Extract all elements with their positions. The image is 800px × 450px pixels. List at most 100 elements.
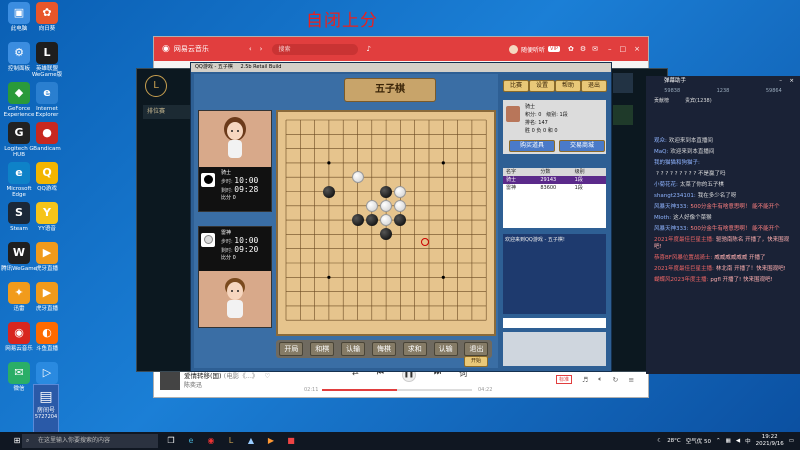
- artist-name[interactable]: 陈奕迅: [184, 380, 202, 389]
- stream-title: 自闭上分: [306, 11, 378, 31]
- mic-icon[interactable]: ♪: [366, 45, 370, 53]
- list-col-header[interactable]: 名字: [503, 168, 537, 176]
- chat-user[interactable]: 我的猫猫和狗猫子:: [654, 160, 700, 166]
- gomoku-titlebar[interactable]: QQ游戏 - 五子棋 2.5b Retail Build: [191, 63, 611, 72]
- top-button-3[interactable]: 退出: [581, 80, 607, 92]
- gomoku-board[interactable]: [276, 110, 496, 336]
- loop-icon[interactable]: ↻: [613, 376, 619, 384]
- desktop-icon-r-8[interactable]: ◐ 斗鱼直播: [28, 322, 66, 352]
- mail-icon[interactable]: ✉: [592, 45, 598, 53]
- action-button-2[interactable]: 认输: [341, 342, 366, 356]
- action-button-6[interactable]: 退出: [464, 342, 489, 356]
- tray-up-icon[interactable]: ⌃: [716, 438, 721, 444]
- music-titlebar[interactable]: ◉ 网易云音乐 ‹ › 搜索 ♪ 随便听听 VIP ✿ ⚙ ✉ – □ ×: [154, 37, 648, 61]
- album-cover[interactable]: [160, 370, 180, 390]
- mid-button-1[interactable]: 交易商城: [559, 140, 605, 152]
- netease-taskbar-icon[interactable]: ◉: [204, 434, 218, 448]
- settings-icon[interactable]: ⚙: [580, 45, 586, 53]
- chat-options[interactable]: [503, 332, 606, 366]
- volume-icon[interactable]: 🔈︎: [598, 375, 602, 384]
- network-icon[interactable]: ▦: [726, 438, 731, 444]
- cursor-marker-icon: [421, 238, 429, 246]
- quality-badge[interactable]: 标准: [556, 375, 573, 384]
- table-row[interactable]: 骑士 29143 1段: [503, 176, 606, 184]
- desktop-icon-r-2[interactable]: e Internet Explorer: [28, 82, 66, 118]
- app-icon: ◆: [8, 82, 30, 104]
- chat-user[interactable]: 2021年度最佳巨星主播:: [654, 266, 714, 272]
- stream-taskbar-icon[interactable]: ▶: [264, 434, 278, 448]
- desktop-icon-r-3[interactable]: ● Bandicam: [28, 122, 66, 152]
- list-col-header[interactable]: 分数: [537, 168, 571, 176]
- minimize-icon[interactable]: –: [608, 45, 612, 53]
- list-col-header[interactable]: 级别: [572, 168, 606, 176]
- total-time-1: 09:28: [234, 185, 259, 194]
- avatar[interactable]: [509, 44, 519, 54]
- playlist-icon[interactable]: ≡: [628, 376, 634, 384]
- volume-tray-icon[interactable]: ◀︎: [736, 438, 740, 444]
- chat-tab-0[interactable]: 贡献榜: [654, 96, 669, 106]
- start-small-button[interactable]: 开始: [464, 356, 488, 367]
- top-button-1[interactable]: 设置: [529, 80, 555, 92]
- ime-indicator[interactable]: 中: [745, 437, 751, 445]
- action-button-1[interactable]: 和棋: [310, 342, 335, 356]
- temperature[interactable]: 28°C: [667, 438, 681, 444]
- chat-user[interactable]: MaQ:: [654, 149, 668, 155]
- action-button-4[interactable]: 求和: [402, 342, 427, 356]
- chat-user[interactable]: 小菊花花:: [654, 182, 678, 188]
- desktop-icon-r-6[interactable]: ▶ 虎牙直播: [28, 242, 66, 272]
- chat-user[interactable]: shangt234101:: [654, 193, 696, 199]
- like-icon[interactable]: ♡: [264, 372, 270, 380]
- air-quality[interactable]: 空气优 50: [686, 437, 711, 445]
- close-icon[interactable]: ×: [634, 45, 640, 53]
- chat-user[interactable]: 观众:: [654, 138, 667, 144]
- lol-taskbar-icon[interactable]: L: [224, 434, 238, 448]
- music-search-input[interactable]: 搜索: [272, 43, 359, 55]
- effects-icon[interactable]: ♬: [582, 376, 588, 384]
- action-button-3[interactable]: 悔棋: [371, 342, 396, 356]
- action-button-0[interactable]: 开局: [279, 342, 304, 356]
- desktop-icon-r-4[interactable]: Q QQ游戏: [28, 162, 66, 192]
- desktop-icon-r-1[interactable]: L 英雄联盟WeGame版: [28, 42, 66, 78]
- lol-side-icon-1[interactable]: [613, 73, 633, 93]
- table-row[interactable]: 雷神 83600 1段: [503, 184, 606, 192]
- lol-menu-item[interactable]: 排位赛: [143, 105, 193, 119]
- desktop-icon-r-0[interactable]: ✿ 向日葵: [28, 2, 66, 32]
- skin-icon[interactable]: ✿: [568, 45, 574, 53]
- chat-minimize-icon[interactable]: –: [779, 76, 782, 86]
- gomoku-window[interactable]: QQ游戏 - 五子棋 2.5b Retail Build 五子棋 骑士 步时: …: [190, 62, 612, 372]
- back-icon[interactable]: ‹: [249, 45, 252, 53]
- chat-user[interactable]: 风暴天神333:: [654, 226, 688, 232]
- song-title[interactable]: 爱情转移(国): [184, 372, 222, 380]
- maximize-icon[interactable]: □: [620, 45, 627, 53]
- chat-text: 我在多少名了呀: [697, 193, 737, 199]
- chat-user[interactable]: 蝴蝶风2023年度主播:: [654, 277, 708, 283]
- chat-close-icon[interactable]: ×: [789, 76, 794, 86]
- progress-bar[interactable]: [322, 389, 472, 391]
- chat-tab-1[interactable]: 贵宾(1238): [685, 96, 712, 106]
- taskbar-search-input[interactable]: ⌕ 在这里输入你要搜索的内容: [22, 434, 158, 448]
- weather-icon[interactable]: ☾: [657, 438, 662, 444]
- mid-button-0[interactable]: 购买道具: [509, 140, 555, 152]
- chat-user[interactable]: 恭喜BF风暴位置战骑士:: [654, 255, 712, 261]
- chat-message: shangt234101: 我在多少名了呀: [646, 191, 800, 202]
- chat-user[interactable]: 2021年度最佳巨星主播:: [654, 237, 714, 243]
- user-name[interactable]: 随便听听: [521, 45, 545, 54]
- chat-user[interactable]: 风暴天神333:: [654, 204, 688, 210]
- app-icon: ✉: [8, 362, 30, 384]
- top-button-2[interactable]: 帮助: [555, 80, 581, 92]
- app-taskbar-icon[interactable]: ■: [284, 434, 298, 448]
- action-button-5[interactable]: 认输: [433, 342, 458, 356]
- gomoku-taskbar-icon[interactable]: ▲: [244, 434, 258, 448]
- desktop-icon-r-7[interactable]: ▶ 虎牙直播: [28, 282, 66, 312]
- notification-icon[interactable]: ▭: [789, 438, 794, 444]
- top-button-0[interactable]: 比赛: [503, 80, 529, 92]
- chat-input[interactable]: [503, 318, 606, 328]
- player-list-header: 名字 分数 级别: [503, 168, 606, 176]
- edge-taskbar-icon[interactable]: e: [184, 434, 198, 448]
- desktop-icon-r-5[interactable]: Y YY语音: [28, 202, 66, 232]
- forward-icon[interactable]: ›: [260, 45, 263, 53]
- clock[interactable]: 19:22 2021/9/16: [756, 434, 784, 448]
- task-view-icon[interactable]: ❐: [164, 434, 178, 448]
- chat-user[interactable]: Mloth:: [654, 215, 671, 221]
- lol-side-icon-2[interactable]: [613, 105, 633, 125]
